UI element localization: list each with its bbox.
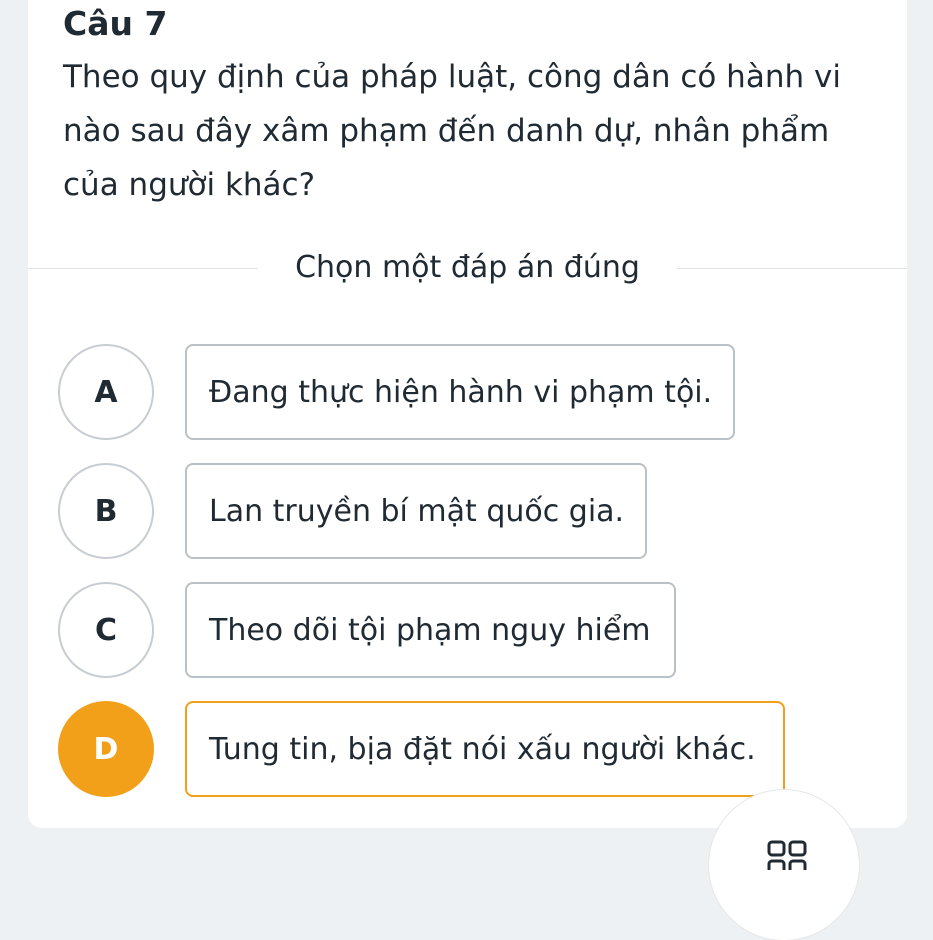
divider-line-right [677,268,907,269]
option-d[interactable]: D Tung tin, bịa đặt nói xấu người khác. [58,701,788,797]
option-d-letter[interactable]: D [58,701,154,797]
option-c-answer[interactable]: Theo dõi tội phạm nguy hiểm [185,582,676,678]
option-a[interactable]: A Đang thực hiện hành vi phạm tội. [58,344,738,440]
question-number: Câu 7 [63,4,168,43]
question-grid-button[interactable] [709,790,859,940]
option-b[interactable]: B Lan truyền bí mật quốc gia. [58,463,648,559]
option-d-answer[interactable]: Tung tin, bịa đặt nói xấu người khác. [185,701,785,797]
option-a-answer[interactable]: Đang thực hiện hành vi phạm tội. [185,344,735,440]
option-a-letter[interactable]: A [58,344,154,440]
question-text: Theo quy định của pháp luật, công dân có… [63,59,841,203]
option-b-answer[interactable]: Lan truyền bí mật quốc gia. [185,463,647,559]
option-c[interactable]: C Theo dõi tội phạm nguy hiểm [58,582,678,678]
option-b-letter[interactable]: B [58,463,154,559]
grid-icon [767,840,807,870]
instruction-divider: Chọn một đáp án đúng [28,240,907,296]
option-c-letter[interactable]: C [58,582,154,678]
